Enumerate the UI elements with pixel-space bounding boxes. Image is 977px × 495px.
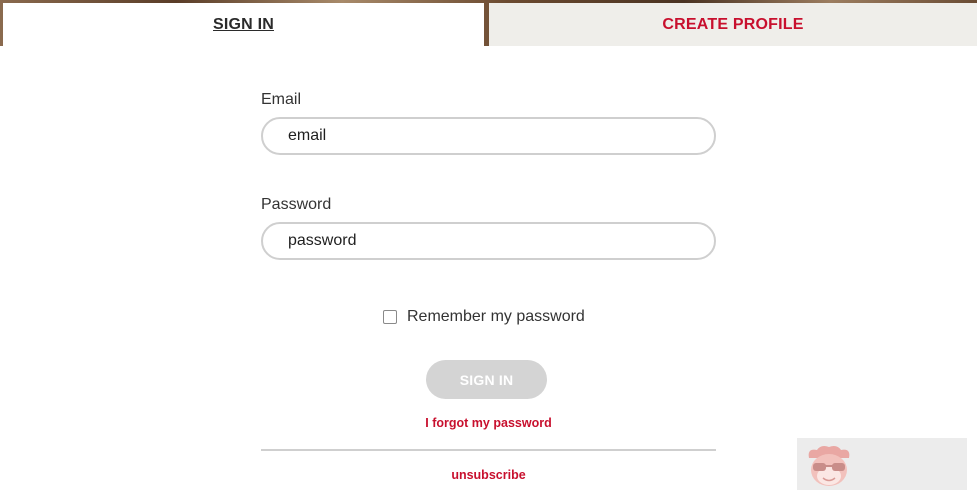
sunglasses-mascot-icon: [808, 446, 850, 486]
unsubscribe-link[interactable]: unsubscribe: [426, 468, 551, 482]
remember-password-checkbox[interactable]: [383, 310, 397, 324]
email-label: Email: [261, 91, 302, 108]
form-divider: [261, 449, 716, 451]
login-page: SIGN IN CREATE PROFILE Email Password Re…: [0, 0, 977, 495]
sign-in-button[interactable]: SIGN IN: [426, 360, 547, 399]
remember-password-label: Remember my password: [407, 308, 585, 325]
email-input[interactable]: [261, 117, 716, 155]
tab-create-profile[interactable]: CREATE PROFILE: [489, 3, 977, 46]
remember-password-option[interactable]: Remember my password: [383, 308, 585, 326]
tab-sign-in[interactable]: SIGN IN: [3, 3, 484, 46]
password-input[interactable]: [261, 222, 716, 260]
chat-widget[interactable]: [797, 438, 967, 490]
password-label: Password: [261, 196, 332, 213]
forgot-password-link[interactable]: I forgot my password: [406, 416, 571, 430]
